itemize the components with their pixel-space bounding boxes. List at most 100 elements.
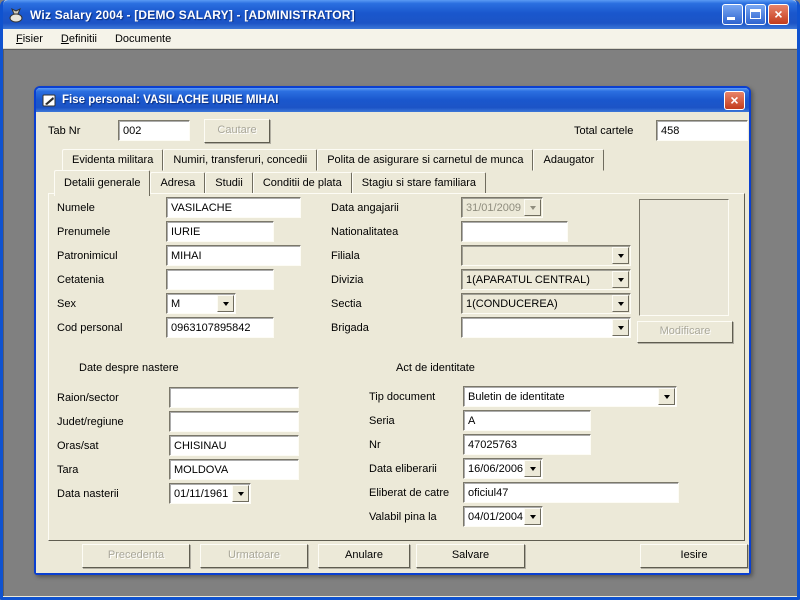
act-section-title: Act de identitate: [396, 362, 475, 374]
data-angajarii-combo: 31/01/2009: [461, 197, 543, 218]
data-nasterii-dropdown-icon[interactable]: [232, 485, 249, 502]
seria-input[interactable]: [463, 410, 591, 431]
tip-document-combo[interactable]: Buletin de identitate: [463, 386, 677, 407]
seria-label: Seria: [369, 415, 395, 427]
prenumele-label: Prenumele: [57, 226, 110, 238]
iesire-button[interactable]: Iesire: [640, 544, 748, 568]
total-cartele-input[interactable]: [656, 120, 748, 141]
sex-combo[interactable]: M: [166, 293, 236, 314]
window-title: Wiz Salary 2004 - [DEMO SALARY] - [ADMIN…: [30, 8, 722, 22]
sex-label: Sex: [57, 298, 76, 310]
tab-numiri-transferuri-concedii[interactable]: Numiri, transferuri, concedii: [163, 149, 317, 171]
eliberat-label: Eliberat de catre: [369, 487, 449, 499]
divizia-dropdown-icon[interactable]: [612, 271, 629, 288]
eliberat-input[interactable]: [463, 482, 679, 503]
nationalitatea-input[interactable]: [461, 221, 568, 242]
tara-input[interactable]: [169, 459, 299, 480]
close-button[interactable]: ×: [768, 4, 789, 25]
main-window: Wiz Salary 2004 - [DEMO SALARY] - [ADMIN…: [0, 0, 800, 600]
salvare-button[interactable]: Salvare: [416, 544, 525, 568]
valabil-combo[interactable]: 04/01/2004: [463, 506, 543, 527]
valabil-label: Valabil pina la: [369, 511, 437, 523]
data-angajarii-label: Data angajarii: [331, 202, 399, 214]
minimize-icon: [727, 17, 735, 20]
tip-document-dropdown-icon[interactable]: [658, 388, 675, 405]
tab-detalii-generale[interactable]: Detalii generale: [54, 170, 150, 196]
data-nasterii-combo[interactable]: 01/11/1961: [169, 483, 251, 504]
sex-dropdown-icon[interactable]: [217, 295, 234, 312]
dialog-title: Fise personal: VASILACHE IURIE MIHAI: [62, 94, 724, 106]
sectia-combo[interactable]: 1(CONDUCEREA): [461, 293, 631, 314]
modificare-button: Modificare: [637, 321, 733, 343]
urmatoare-button: Urmatoare: [200, 544, 308, 568]
cetatenia-label: Cetatenia: [57, 274, 104, 286]
tab-evidenta-militara[interactable]: Evidenta militara: [62, 149, 163, 171]
tara-label: Tara: [57, 464, 78, 476]
valabil-dropdown-icon[interactable]: [524, 508, 541, 525]
sectia-label: Sectia: [331, 298, 362, 310]
dialog-close-icon: ×: [725, 92, 744, 109]
nr-input[interactable]: [463, 434, 591, 455]
tab-nr-input[interactable]: [118, 120, 190, 141]
tab-stagiu-si-stare-familiara[interactable]: Stagiu si stare familiara: [352, 172, 486, 194]
minimize-button[interactable]: [722, 4, 743, 25]
photo-placeholder: [639, 199, 729, 316]
data-eliberarii-dropdown-icon[interactable]: [524, 460, 541, 477]
data-eliberarii-label: Data eliberarii: [369, 463, 437, 475]
patronimicul-input[interactable]: [166, 245, 301, 266]
judet-label: Judet/regiune: [57, 416, 124, 428]
dialog-close-button[interactable]: ×: [724, 91, 745, 110]
divizia-label: Divizia: [331, 274, 363, 286]
brigada-dropdown-icon[interactable]: [612, 319, 629, 336]
tip-document-label: Tip document: [369, 391, 435, 403]
menu-fisier[interactable]: Fisier: [7, 31, 52, 47]
dialog-titlebar: Fise personal: VASILACHE IURIE MIHAI ×: [36, 88, 749, 112]
data-nasterii-label: Data nasterii: [57, 488, 119, 500]
close-icon: ×: [769, 5, 788, 24]
divizia-combo[interactable]: 1(APARATUL CENTRAL): [461, 269, 631, 290]
app-icon: [9, 7, 25, 23]
tab-conditii-de-plata[interactable]: Conditii de plata: [253, 172, 352, 194]
judet-input[interactable]: [169, 411, 299, 432]
sectia-dropdown-icon[interactable]: [612, 295, 629, 312]
cetatenia-input[interactable]: [166, 269, 274, 290]
raion-input[interactable]: [169, 387, 299, 408]
fise-personal-dialog: Fise personal: VASILACHE IURIE MIHAI × T…: [34, 86, 751, 575]
prenumele-input[interactable]: [166, 221, 274, 242]
nationalitatea-label: Nationalitatea: [331, 226, 398, 238]
data-angajarii-dropdown-icon: [524, 199, 541, 216]
oras-label: Oras/sat: [57, 440, 99, 452]
tab-adaugator[interactable]: Adaugator: [533, 149, 604, 171]
numele-input[interactable]: [166, 197, 301, 218]
precedenta-button: Precedenta: [82, 544, 190, 568]
data-eliberarii-combo[interactable]: 16/06/2006: [463, 458, 543, 479]
raion-label: Raion/sector: [57, 392, 119, 404]
main-titlebar: Wiz Salary 2004 - [DEMO SALARY] - [ADMIN…: [3, 0, 797, 29]
patronimicul-label: Patronimicul: [57, 250, 118, 262]
nr-label: Nr: [369, 439, 381, 451]
tab-adresa[interactable]: Adresa: [150, 172, 205, 194]
anulare-button[interactable]: Anulare: [318, 544, 410, 568]
brigada-label: Brigada: [331, 322, 369, 334]
menu-bar: FisierDefinitiiDocumente: [3, 29, 797, 49]
cod-personal-label: Cod personal: [57, 322, 122, 334]
total-cartele-label: Total cartele: [574, 125, 633, 137]
tab-polita-de-asigurare-si-carnetul-de-munca[interactable]: Polita de asigurare si carnetul de munca: [317, 149, 533, 171]
menu-documente[interactable]: Documente: [106, 31, 180, 47]
cod-personal-input[interactable]: [166, 317, 274, 338]
filiala-label: Filiala: [331, 250, 360, 262]
mdi-area: Fise personal: VASILACHE IURIE MIHAI × T…: [3, 49, 797, 596]
maximize-icon: [750, 9, 761, 19]
tab-row-1: Evidenta militaraNumiri, transferuri, co…: [62, 149, 604, 171]
filiala-dropdown-icon[interactable]: [612, 247, 629, 264]
cautare-button: Cautare: [204, 119, 270, 143]
nastere-section-title: Date despre nastere: [79, 362, 179, 374]
brigada-combo[interactable]: [461, 317, 631, 338]
oras-input[interactable]: [169, 435, 299, 456]
maximize-button[interactable]: [745, 4, 766, 25]
menu-definitii[interactable]: Definitii: [52, 31, 106, 47]
dialog-body: Tab Nr Cautare Total cartele Evidenta mi…: [36, 112, 749, 573]
tab-studii[interactable]: Studii: [205, 172, 253, 194]
filiala-combo[interactable]: [461, 245, 631, 266]
dialog-icon: [41, 92, 57, 108]
